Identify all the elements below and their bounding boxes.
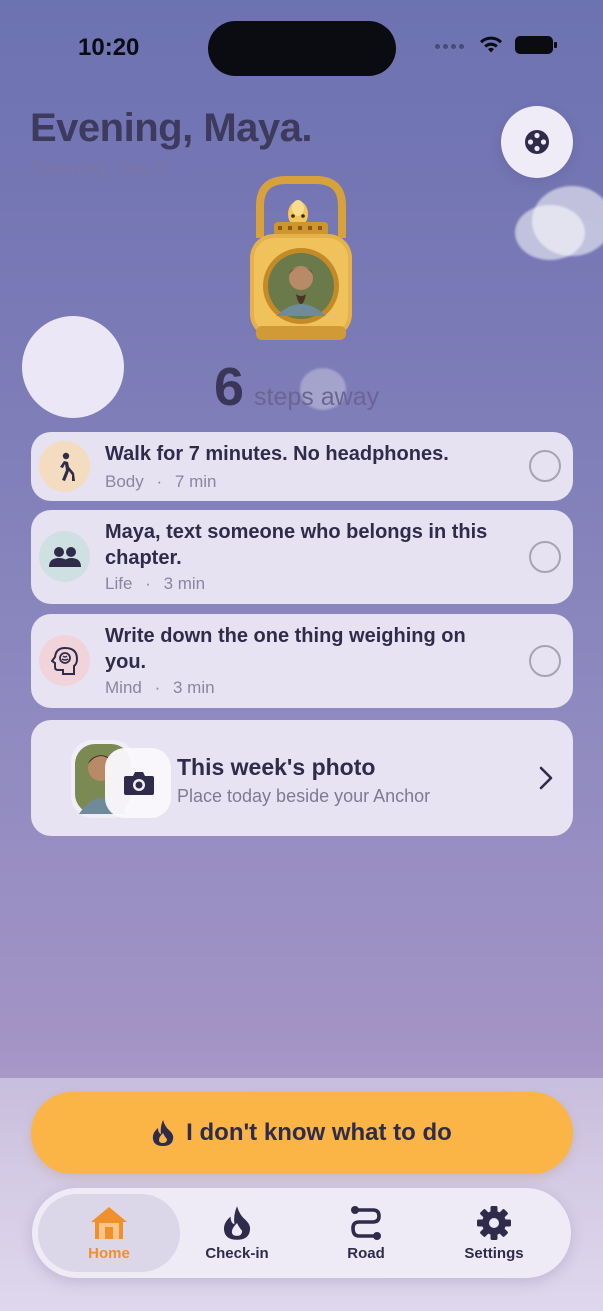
task-meta: Body · 7 min xyxy=(105,472,216,492)
meta-separator: · xyxy=(156,472,163,491)
tab-home[interactable]: Home xyxy=(38,1194,180,1272)
status-time: 10:20 xyxy=(78,34,140,61)
status-icons xyxy=(435,36,557,54)
status-bar: 10:20 xyxy=(0,0,603,90)
meta-separator: · xyxy=(145,574,151,593)
steps-label: steps away xyxy=(254,383,380,411)
help-me-button[interactable]: I don't know what to do xyxy=(31,1092,573,1174)
task-title: Maya, text someone who belongs in this c… xyxy=(105,521,488,569)
tab-label: Road xyxy=(347,1244,385,1262)
task-title: Walk for 7 minutes. No headphones. xyxy=(105,443,449,465)
weekly-photo-subtitle: Place today beside your Anchor xyxy=(177,786,431,806)
people-icon xyxy=(48,546,81,567)
steps-indicator: 6 steps away xyxy=(214,356,379,418)
task-category: Life xyxy=(105,574,133,593)
task-meta: Mind · 3 min xyxy=(105,678,215,698)
meta-separator: · xyxy=(154,678,161,697)
camera-icon xyxy=(124,772,154,795)
dynamic-island xyxy=(208,21,396,76)
weekly-photo-title: This week's photo xyxy=(177,754,376,780)
weekly-photo-card[interactable]: This week's photo Place today beside you… xyxy=(31,720,573,836)
walking-person-icon xyxy=(59,452,75,481)
gear-icon xyxy=(477,1205,511,1240)
tab-label: Home xyxy=(88,1244,130,1262)
help-me-label: I don't know what to do xyxy=(186,1119,452,1146)
task-duration: 3 min xyxy=(173,678,215,697)
tab-label: Check-in xyxy=(205,1244,269,1262)
task-card[interactable]: Maya, text someone who belongs in this c… xyxy=(31,510,573,604)
task-meta: Life · 3 min xyxy=(105,574,205,594)
flame-icon xyxy=(153,1120,174,1146)
dial-icon xyxy=(525,130,549,154)
chevron-right-icon xyxy=(539,766,553,790)
cloud-decoration xyxy=(515,205,585,260)
task-checkbox[interactable] xyxy=(529,541,561,573)
steps-count: 6 xyxy=(214,357,245,417)
road-icon xyxy=(351,1205,381,1240)
task-category-badge xyxy=(39,441,90,492)
tab-settings[interactable]: Settings xyxy=(423,1194,565,1272)
tab-label: Settings xyxy=(464,1244,524,1262)
anchor-lantern[interactable] xyxy=(246,176,356,346)
task-card[interactable]: Write down the one thing weighing on you… xyxy=(31,614,573,708)
battery-icon xyxy=(515,36,557,54)
task-duration: 7 min xyxy=(174,472,217,491)
bubble-decoration xyxy=(22,316,124,418)
task-title: Write down the one thing weighing on you… xyxy=(105,625,466,673)
flame-icon xyxy=(223,1205,251,1240)
tab-road[interactable]: Road xyxy=(295,1194,437,1272)
tab-check-in[interactable]: Check-in xyxy=(166,1194,308,1272)
brain-head-icon xyxy=(50,646,78,675)
task-duration: 3 min xyxy=(163,574,206,593)
home-icon xyxy=(91,1206,127,1239)
task-card[interactable]: Walk for 7 minutes. No headphones. Body … xyxy=(31,432,573,501)
task-category: Mind xyxy=(105,678,142,697)
task-checkbox[interactable] xyxy=(529,645,561,677)
greeting-title: Evening, Maya. xyxy=(30,106,312,150)
task-checkbox[interactable] xyxy=(529,450,561,482)
cellular-signal-icon xyxy=(435,36,467,54)
wifi-icon xyxy=(480,36,502,53)
tab-bar: Home Check-in Road Settings xyxy=(32,1188,571,1278)
task-category: Body xyxy=(105,472,144,491)
task-category-badge xyxy=(39,635,90,686)
menu-button[interactable] xyxy=(501,106,573,178)
date-label: Saturday, Sep 5 xyxy=(31,158,166,179)
task-category-badge xyxy=(39,531,90,582)
